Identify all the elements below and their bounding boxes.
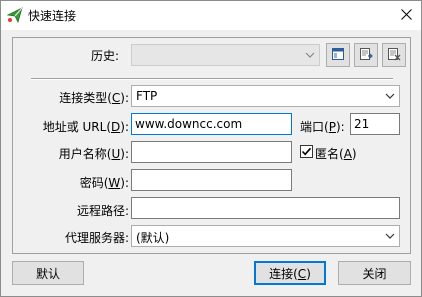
close-dialog-button[interactable]: 关闭 [338, 261, 411, 285]
anonymous-label[interactable]: 匿名(A) [315, 145, 357, 162]
port-label: 端口(P): [300, 120, 345, 134]
chevron-down-icon [305, 52, 315, 58]
default-button-label: 默认 [35, 266, 60, 281]
window-title: 快速连接 [28, 9, 77, 23]
remote-path-label: 远程路径: [76, 204, 129, 218]
connection-type-select[interactable]: FTP [131, 85, 400, 107]
history-import-button[interactable] [354, 43, 378, 67]
default-button[interactable]: 默认 [12, 261, 84, 285]
port-value: 21 [354, 117, 370, 131]
username-label: 用户名称(U): [58, 147, 129, 161]
history-select[interactable] [131, 44, 320, 66]
connection-type-value: FTP [136, 89, 158, 103]
separator [31, 78, 393, 80]
proxy-select[interactable]: (默认) [131, 225, 400, 247]
address-label: 地址或 URL(D): [42, 120, 129, 134]
connection-panel: 历史: 连接类型(C): FTP 地址或 URL(D): www.downcc.… [12, 37, 411, 254]
connection-type-label: 连接类型(C): [59, 91, 129, 105]
proxy-label: 代理服务器: [64, 231, 129, 245]
checkmark-icon [301, 147, 312, 156]
history-label: 历史: [91, 49, 120, 63]
close-button[interactable] [391, 1, 421, 30]
close-icon [400, 8, 412, 23]
remote-path-input[interactable] [131, 197, 400, 219]
address-input[interactable]: www.downcc.com [131, 113, 292, 135]
delete-list-icon [387, 47, 401, 64]
port-input[interactable]: 21 [350, 113, 400, 135]
close-button-label: 关闭 [362, 266, 387, 281]
connect-button-label: 连接(C) [269, 266, 311, 281]
history-panel-button[interactable] [326, 43, 350, 67]
anonymous-checkbox[interactable] [300, 145, 313, 158]
title-bar: 快速连接 [1, 1, 421, 30]
history-delete-button[interactable] [382, 43, 406, 67]
paper-plane-icon [6, 7, 23, 24]
password-input[interactable] [131, 169, 292, 191]
import-icon [359, 47, 373, 64]
quick-connect-dialog: 快速连接 历史: 连接类型(C): FTP 地址或 URL(D): www.do… [0, 0, 422, 297]
address-value: www.downcc.com [135, 117, 243, 131]
chevron-down-icon [385, 233, 395, 239]
chevron-down-icon [385, 93, 395, 99]
username-input[interactable] [131, 141, 292, 163]
password-label: 密码(W): [79, 176, 129, 190]
panel-icon [331, 47, 345, 64]
proxy-value: (默认) [136, 231, 170, 245]
connect-button[interactable]: 连接(C) [254, 261, 326, 285]
